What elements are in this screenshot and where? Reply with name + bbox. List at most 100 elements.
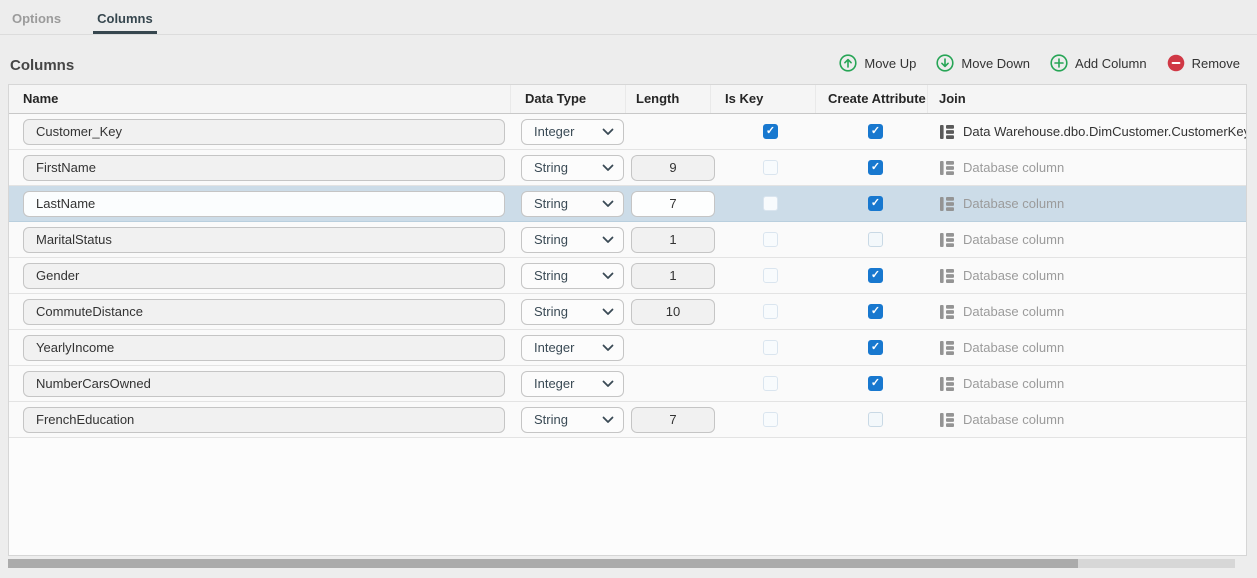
length-input[interactable] xyxy=(631,191,715,217)
name-cell xyxy=(9,299,511,325)
data-type-value: String xyxy=(534,196,568,211)
length-input[interactable] xyxy=(631,227,715,253)
column-name-input[interactable] xyxy=(23,407,505,433)
move-up-button[interactable]: Move Up xyxy=(839,54,916,72)
data-type-select[interactable]: Integer xyxy=(521,119,624,145)
join-label: Database column xyxy=(963,232,1064,247)
data-type-cell: String xyxy=(511,299,626,325)
database-column-icon xyxy=(939,232,955,248)
is-key-cell xyxy=(711,196,816,211)
create-attribute-checkbox[interactable] xyxy=(868,160,883,175)
is-key-checkbox[interactable] xyxy=(763,340,778,355)
data-type-select[interactable]: String xyxy=(521,299,624,325)
create-attribute-checkbox[interactable] xyxy=(868,232,883,247)
create-attribute-checkbox[interactable] xyxy=(868,340,883,355)
data-type-select[interactable]: String xyxy=(521,155,624,181)
table-row[interactable]: String xyxy=(9,186,1246,222)
database-column-icon xyxy=(939,160,955,176)
name-cell xyxy=(9,263,511,289)
column-name-input[interactable] xyxy=(23,227,505,253)
data-type-select[interactable]: Integer xyxy=(521,371,624,397)
create-attribute-checkbox[interactable] xyxy=(868,412,883,427)
length-input[interactable] xyxy=(631,155,715,181)
create-attribute-checkbox[interactable] xyxy=(868,304,883,319)
create-attribute-checkbox[interactable] xyxy=(868,196,883,211)
join-cell[interactable]: Database column xyxy=(928,340,1246,356)
join-cell[interactable]: Data Warehouse.dbo.DimCustomer.CustomerK… xyxy=(928,124,1246,140)
column-name-input[interactable] xyxy=(23,299,505,325)
data-type-select[interactable]: String xyxy=(521,263,624,289)
length-input[interactable] xyxy=(631,407,715,433)
table-row[interactable]: String xyxy=(9,294,1246,330)
database-column-icon xyxy=(939,340,955,356)
data-type-select[interactable]: Integer xyxy=(521,335,624,361)
is-key-checkbox[interactable] xyxy=(763,232,778,247)
table-row[interactable]: Integer xyxy=(9,366,1246,402)
tab-options[interactable]: Options xyxy=(8,0,65,34)
table-row[interactable]: String xyxy=(9,222,1246,258)
column-name-input[interactable] xyxy=(23,263,505,289)
data-type-value: Integer xyxy=(534,340,574,355)
create-attribute-checkbox[interactable] xyxy=(868,376,883,391)
data-type-select[interactable]: String xyxy=(521,227,624,253)
data-type-select[interactable]: String xyxy=(521,407,624,433)
tab-columns[interactable]: Columns xyxy=(93,0,157,34)
table-header-row: Name Data Type Length Is Key Create Attr… xyxy=(9,85,1246,114)
table-row[interactable]: String xyxy=(9,150,1246,186)
is-key-checkbox[interactable] xyxy=(763,124,778,139)
is-key-checkbox[interactable] xyxy=(763,412,778,427)
create-attribute-checkbox[interactable] xyxy=(868,124,883,139)
join-cell[interactable]: Database column xyxy=(928,304,1246,320)
length-cell xyxy=(626,299,711,325)
horizontal-scrollbar-track[interactable] xyxy=(8,559,1235,568)
table-row[interactable]: Integer xyxy=(9,330,1246,366)
table-row[interactable]: Integer xyxy=(9,114,1246,150)
create-attribute-cell xyxy=(816,160,928,175)
join-cell[interactable]: Database column xyxy=(928,160,1246,176)
join-cell[interactable]: Database column xyxy=(928,376,1246,392)
is-key-checkbox[interactable] xyxy=(763,268,778,283)
section-title: Columns xyxy=(10,57,74,74)
column-name-input[interactable] xyxy=(23,335,505,361)
data-type-cell: Integer xyxy=(511,371,626,397)
chevron-down-icon xyxy=(602,344,614,352)
join-label: Database column xyxy=(963,160,1064,175)
is-key-cell xyxy=(711,412,816,427)
horizontal-scrollbar-thumb[interactable] xyxy=(8,559,1078,568)
column-name-input[interactable] xyxy=(23,155,505,181)
is-key-checkbox[interactable] xyxy=(763,160,778,175)
join-cell[interactable]: Database column xyxy=(928,196,1246,212)
is-key-checkbox[interactable] xyxy=(763,376,778,391)
join-cell[interactable]: Database column xyxy=(928,268,1246,284)
table-row[interactable]: String xyxy=(9,258,1246,294)
name-cell xyxy=(9,191,511,217)
data-type-cell: Integer xyxy=(511,119,626,145)
data-type-value: String xyxy=(534,268,568,283)
columns-table: Name Data Type Length Is Key Create Attr… xyxy=(8,84,1247,556)
add-column-button[interactable]: Add Column xyxy=(1050,54,1147,72)
remove-button[interactable]: Remove xyxy=(1167,54,1240,72)
name-cell xyxy=(9,119,511,145)
column-name-input[interactable] xyxy=(23,191,505,217)
create-attribute-cell xyxy=(816,304,928,319)
is-key-checkbox[interactable] xyxy=(763,196,778,211)
is-key-checkbox[interactable] xyxy=(763,304,778,319)
length-input[interactable] xyxy=(631,263,715,289)
is-key-cell xyxy=(711,376,816,391)
create-attribute-checkbox[interactable] xyxy=(868,268,883,283)
table-row[interactable]: String xyxy=(9,402,1246,438)
is-key-cell xyxy=(711,340,816,355)
join-label: Database column xyxy=(963,412,1064,427)
is-key-cell xyxy=(711,160,816,175)
join-cell[interactable]: Database column xyxy=(928,412,1246,428)
column-name-input[interactable] xyxy=(23,371,505,397)
header-name: Name xyxy=(9,85,511,113)
column-name-input[interactable] xyxy=(23,119,505,145)
move-down-button[interactable]: Move Down xyxy=(936,54,1030,72)
join-cell[interactable]: Database column xyxy=(928,232,1246,248)
data-type-select[interactable]: String xyxy=(521,191,624,217)
chevron-down-icon xyxy=(602,164,614,172)
join-label: Database column xyxy=(963,376,1064,391)
name-cell xyxy=(9,155,511,181)
length-input[interactable] xyxy=(631,299,715,325)
